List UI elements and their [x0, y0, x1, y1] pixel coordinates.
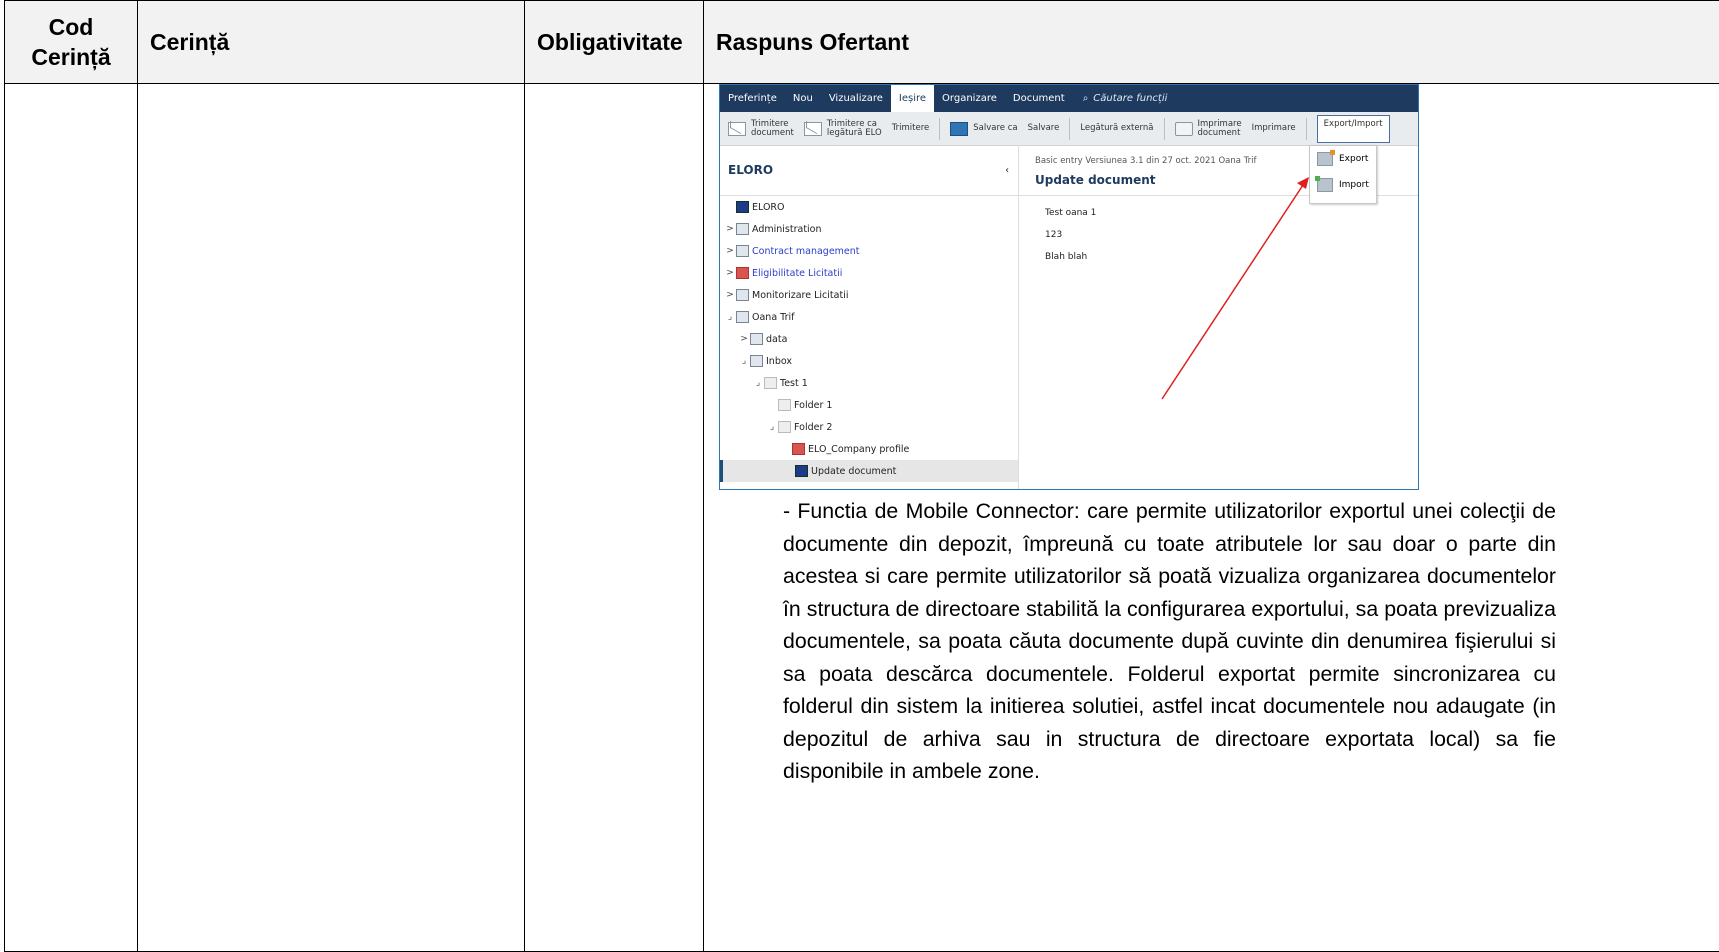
cell-obligativitate — [524, 83, 704, 952]
table-header-row: Cod Cerință Cerință Obligativitate Raspu… — [4, 0, 1719, 84]
header-raspuns-ofertant: Raspuns Ofertant — [703, 0, 1719, 84]
header-cerinta: Cerință — [137, 0, 525, 84]
header-cod-cerinta: Cod Cerință — [4, 0, 138, 84]
cell-cerinta — [137, 83, 525, 952]
header-cod-label: Cod Cerință — [31, 14, 111, 70]
header-obligativitate: Obligativitate — [524, 0, 704, 84]
response-paragraph: - Functia de Mobile Connector: care perm… — [783, 499, 1556, 783]
cell-cod — [4, 83, 138, 952]
embedded-elo-screenshot: Preferințe Nou Vizualizare Ieșire Organi… — [719, 84, 1419, 490]
red-arrow-annotation — [1161, 177, 1309, 400]
